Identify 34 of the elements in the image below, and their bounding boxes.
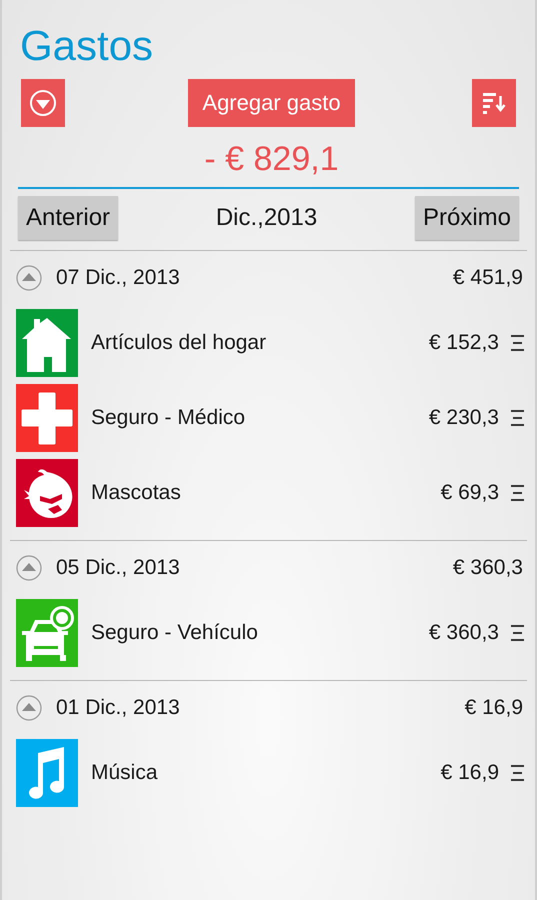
menu-handle-icon[interactable] [511,408,525,426]
expense-amount: € 230,3 [428,406,499,430]
expense-name: Seguro - Médico [91,406,246,430]
period-label: Dic.,2013 [216,203,318,232]
group-total: € 360,3 [452,556,523,580]
expense-amount: € 69,3 [440,480,499,504]
sort-icon [480,90,507,116]
previous-button[interactable]: Anterior [18,196,118,240]
dropdown-circle-icon [29,89,57,117]
collapse-icon[interactable] [16,555,42,581]
menu-handle-icon[interactable] [511,764,525,782]
expense-name: Música [91,760,158,784]
expense-amount: € 360,3 [428,620,499,644]
collapse-button[interactable] [21,79,65,127]
next-button[interactable]: Próximo [414,196,519,240]
group-date: 05 Dic., 2013 [56,556,180,580]
group-date: 01 Dic., 2013 [56,696,180,720]
group-date: 07 Dic., 2013 [56,266,180,290]
expense-name: Artículos del hogar [91,330,266,354]
menu-handle-icon[interactable] [511,484,525,502]
collapse-icon[interactable] [16,695,42,721]
group-total: € 451,9 [452,266,523,290]
expense-amount: € 16,9 [440,760,499,784]
menu-handle-icon[interactable] [511,334,525,352]
expense-amount: € 152,3 [428,330,499,354]
group-total: € 16,9 [464,696,523,720]
menu-handle-icon[interactable] [511,624,525,642]
expense-name: Seguro - Vehículo [91,620,258,644]
expense-name: Mascotas [91,480,181,504]
page-title: Gastos [19,21,154,71]
total-amount: - € 829,1 [203,139,340,180]
collapse-icon[interactable] [16,265,42,291]
sort-button[interactable] [472,79,516,127]
add-expense-button[interactable]: Agregar gasto [188,79,355,127]
